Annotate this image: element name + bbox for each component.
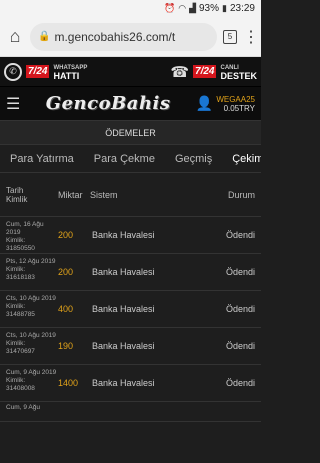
whatsapp-badge: 7/24 bbox=[26, 65, 50, 78]
row-amount: 190 bbox=[58, 341, 74, 351]
row-id: 31488785 bbox=[6, 310, 35, 318]
tab-history[interactable]: Geçmiş bbox=[165, 153, 222, 165]
table-row[interactable]: Cts, 10 Ağu 2019 Kimlik: 31470697 190 Ba… bbox=[0, 328, 261, 365]
support-badge: 7/24 bbox=[193, 65, 217, 78]
row-system: Banka Havalesi bbox=[92, 378, 155, 388]
withdrawal-table-body: Cum, 16 Ağu 2019 Kimlik: 31850550 200 Ba… bbox=[0, 217, 261, 422]
row-status: Ödendi bbox=[225, 267, 255, 277]
row-system: Banka Havalesi bbox=[92, 230, 155, 240]
url-text: m.gencobahis26.com/t bbox=[54, 29, 176, 44]
tab-switcher-button[interactable]: 5 bbox=[223, 29, 237, 44]
row-id: 31850550 bbox=[6, 244, 35, 252]
site-logo[interactable]: GencoBahis bbox=[46, 93, 171, 114]
support-title: DESTEK bbox=[220, 70, 257, 81]
row-status: Ödendi bbox=[225, 378, 255, 388]
row-amount: 400 bbox=[58, 304, 74, 314]
table-row[interactable]: Pts, 12 Ağu 2019 Kimlik: 31618183 200 Ba… bbox=[0, 254, 261, 291]
balance: 0.05TRY bbox=[223, 103, 255, 113]
table-header: Tarih Kimlik Miktar Sistem Durum bbox=[0, 173, 261, 217]
site-header: ☰ GencoBahis 👤 WEGAA25 0.05TRY bbox=[0, 87, 261, 120]
tab-withdraw[interactable]: Para Çekme bbox=[84, 153, 165, 165]
row-date: Cum, 16 Ağu 2019 bbox=[6, 220, 44, 236]
address-bar[interactable]: 🔒 m.gencobahis26.com/t bbox=[30, 22, 217, 51]
page-title: ÖDEMELER bbox=[0, 120, 261, 145]
hamburger-menu-icon[interactable]: ☰ bbox=[6, 94, 20, 114]
row-date: Cts, 10 Ağu 2019 bbox=[6, 331, 56, 339]
alarm-icon: ⏰ bbox=[164, 3, 176, 13]
wifi-icon: ◠ bbox=[178, 3, 187, 13]
row-amount: 200 bbox=[58, 230, 74, 240]
row-id-label: Kimlik: bbox=[6, 302, 26, 310]
row-status: Ödendi bbox=[225, 304, 255, 314]
table-row[interactable]: Cum, 16 Ağu 2019 Kimlik: 31850550 200 Ba… bbox=[0, 217, 261, 254]
row-date: Cum, 9 Ağu bbox=[6, 404, 40, 411]
phone-icon: ☎ bbox=[170, 63, 190, 81]
row-date: Pts, 12 Ağu 2019 bbox=[6, 257, 56, 265]
header-status: Durum bbox=[227, 189, 255, 200]
row-system: Banka Havalesi bbox=[92, 267, 155, 277]
row-amount: 200 bbox=[58, 267, 74, 277]
row-id: 31408008 bbox=[6, 384, 35, 392]
row-date: Cts, 10 Ağu 2019 bbox=[6, 294, 56, 302]
user-account[interactable]: 👤 WEGAA25 0.05TRY bbox=[196, 95, 255, 113]
whatsapp-icon: ✆ bbox=[4, 62, 22, 81]
row-id-label: Kimlik: bbox=[6, 265, 26, 273]
row-id: 31470697 bbox=[6, 347, 35, 355]
payment-tabs: Para Yatırma Para Çekme Geçmiş Çekim d bbox=[0, 145, 261, 173]
row-date: Cum, 9 Ağu 2019 bbox=[6, 368, 57, 376]
table-row[interactable]: Cum, 9 Ağu 2019 Kimlik: 31408008 1400 Ba… bbox=[0, 365, 261, 402]
header-system: Sistem bbox=[90, 189, 118, 200]
whatsapp-line[interactable]: ✆ 7/24 WHATSAPP HATTI bbox=[4, 62, 87, 81]
status-bar: ⏰ ◠ ▟ 93% ▮ 23:29 bbox=[0, 0, 261, 17]
row-id-label: Kimlik: bbox=[6, 339, 26, 347]
home-icon[interactable]: ⌂ bbox=[6, 26, 24, 47]
lock-icon: 🔒 bbox=[38, 31, 51, 42]
contact-banner: ✆ 7/24 WHATSAPP HATTI ☎ 7/24 CANLI DESTE… bbox=[0, 57, 261, 87]
table-row[interactable]: Cts, 10 Ağu 2019 Kimlik: 31488785 400 Ba… bbox=[0, 291, 261, 328]
row-id-label: Kimlik: bbox=[6, 236, 26, 244]
row-id: 31618183 bbox=[6, 273, 35, 281]
user-icon: 👤 bbox=[195, 95, 214, 111]
row-id-label: Kimlik: bbox=[6, 376, 26, 384]
header-date: Tarih bbox=[6, 185, 24, 195]
whatsapp-title: HATTI bbox=[53, 70, 80, 81]
username: WEGAA25 bbox=[216, 94, 255, 104]
browser-toolbar: ⌂ 🔒 m.gencobahis26.com/t 5 ⋮ bbox=[0, 17, 261, 57]
header-id: Kimlik bbox=[6, 194, 28, 204]
more-menu-icon[interactable]: ⋮ bbox=[243, 27, 259, 47]
row-system: Banka Havalesi bbox=[92, 341, 155, 351]
table-row[interactable]: Cum, 9 Ağu bbox=[0, 402, 261, 422]
clock: 23:29 bbox=[229, 3, 255, 14]
row-status: Ödendi bbox=[225, 230, 255, 240]
row-amount: 1400 bbox=[58, 378, 79, 388]
live-support[interactable]: ☎ 7/24 CANLI DESTEK bbox=[170, 63, 257, 81]
battery-icon: ▮ bbox=[222, 3, 227, 13]
row-system: Banka Havalesi bbox=[92, 304, 155, 314]
header-amount: Miktar bbox=[58, 189, 83, 200]
tab-withdrawals[interactable]: Çekim d bbox=[222, 153, 261, 172]
row-status: Ödendi bbox=[225, 341, 255, 351]
tab-deposit[interactable]: Para Yatırma bbox=[0, 153, 84, 165]
signal-icon: ▟ bbox=[189, 3, 196, 13]
battery-level: 93% bbox=[199, 3, 220, 14]
